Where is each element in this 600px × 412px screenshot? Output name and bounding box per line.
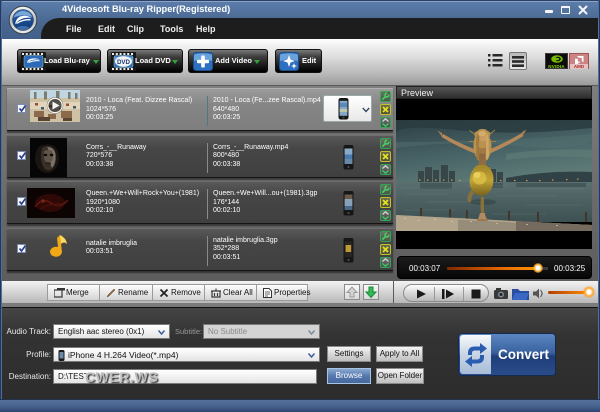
svg-text:DVD: DVD (117, 59, 131, 66)
